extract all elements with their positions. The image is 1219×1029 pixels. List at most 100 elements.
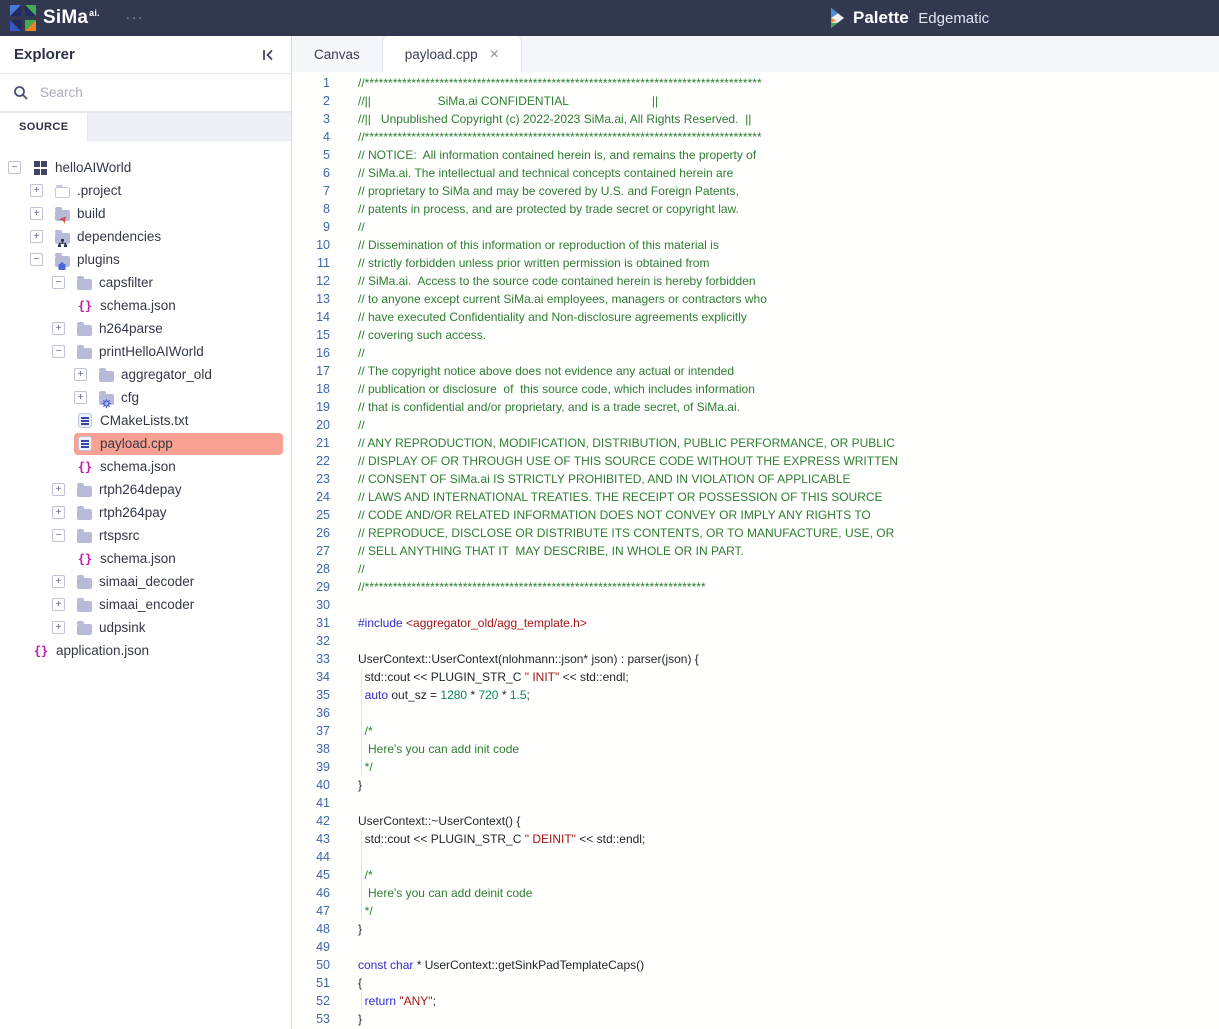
code-line[interactable]: 42UserContext::~UserContext() { (292, 812, 1219, 830)
tree-item-udpsink[interactable]: +udpsink (0, 616, 291, 639)
tree-item-build[interactable]: + build (0, 202, 291, 225)
code-line[interactable]: 51{ (292, 974, 1219, 992)
tree-item-rtspsrc[interactable]: −rtspsrc (0, 524, 291, 547)
expand-toggle-icon[interactable]: + (30, 230, 43, 243)
code-line[interactable]: 5// NOTICE: All information contained he… (292, 146, 1219, 164)
code-line[interactable]: 52 return "ANY"; (292, 992, 1219, 1010)
expand-toggle-icon[interactable]: + (52, 598, 65, 611)
code-line[interactable]: 13// to anyone except current SiMa.ai em… (292, 290, 1219, 308)
tree-item-body[interactable]: .project (51, 180, 129, 202)
code-line[interactable]: 32 (292, 632, 1219, 650)
code-line[interactable]: 47 */ (292, 902, 1219, 920)
tree-item-body[interactable]: build (51, 203, 114, 225)
expand-toggle-icon[interactable]: + (52, 506, 65, 519)
code-line[interactable]: 22// DISPLAY OF OR THROUGH USE OF THIS S… (292, 452, 1219, 470)
collapse-toggle-icon[interactable]: − (30, 253, 43, 266)
code-line[interactable]: 7// proprietary to SiMa and may be cover… (292, 182, 1219, 200)
tree-item-body[interactable]: rtph264depay (73, 479, 190, 501)
expand-toggle-icon[interactable]: + (52, 621, 65, 634)
tab-payload-cpp[interactable]: payload.cpp × (382, 36, 522, 73)
code-line[interactable]: 24// LAWS AND INTERNATIONAL TREATIES. TH… (292, 488, 1219, 506)
code-line[interactable]: 41 (292, 794, 1219, 812)
tree-item-schema-json[interactable]: {}schema.json (0, 294, 291, 317)
code-line[interactable]: 31#include <aggregator_old/agg_template.… (292, 614, 1219, 632)
tree-item-body[interactable]: {}schema.json (74, 548, 184, 570)
code-line[interactable]: 20// (292, 416, 1219, 434)
tree-item-body[interactable]: plugins (51, 249, 128, 271)
code-line[interactable]: 21// ANY REPRODUCTION, MODIFICATION, DIS… (292, 434, 1219, 452)
code-line[interactable]: 3//|| Unpublished Copyright (c) 2022-202… (292, 110, 1219, 128)
tree-item-cfg[interactable]: + cfg (0, 386, 291, 409)
tree-item-cmakelists-txt[interactable]: CMakeLists.txt (0, 409, 291, 432)
code-line[interactable]: 46 Here's you can add deinit code (292, 884, 1219, 902)
code-line[interactable]: 33UserContext::UserContext(nlohmann::jso… (292, 650, 1219, 668)
code-line[interactable]: 2//|| SiMa.ai CONFIDENTIAL || (292, 92, 1219, 110)
code-line[interactable]: 8// patents in process, and are protecte… (292, 200, 1219, 218)
tree-item-capsfilter[interactable]: −capsfilter (0, 271, 291, 294)
code-line[interactable]: 37 /* (292, 722, 1219, 740)
expand-toggle-icon[interactable]: + (52, 483, 65, 496)
code-line[interactable]: 38 Here's you can add init code (292, 740, 1219, 758)
tree-item-body[interactable]: cfg (95, 387, 147, 409)
code-line[interactable]: 49 (292, 938, 1219, 956)
code-line[interactable]: 10// Dissemination of this information o… (292, 236, 1219, 254)
tree-item-application-json[interactable]: {}application.json (0, 639, 291, 662)
tree-item-schema-json[interactable]: {}schema.json (0, 547, 291, 570)
tree-item-body[interactable]: {}schema.json (74, 456, 184, 478)
code-line[interactable]: 30 (292, 596, 1219, 614)
tree-item-simaai-encoder[interactable]: + simaai_encoder (0, 593, 291, 616)
expand-toggle-icon[interactable]: + (74, 368, 87, 381)
code-line[interactable]: 43 std::cout << PLUGIN_STR_C " DEINIT" <… (292, 830, 1219, 848)
code-line[interactable]: 39 */ (292, 758, 1219, 776)
expand-toggle-icon[interactable]: + (30, 184, 43, 197)
expand-toggle-icon[interactable]: + (74, 391, 87, 404)
code-line[interactable]: 36 (292, 704, 1219, 722)
code-line[interactable]: 15// covering such access. (292, 326, 1219, 344)
tree-item-body[interactable]: printHelloAIWorld (73, 341, 212, 363)
code-line[interactable]: 25// CODE AND/OR RELATED INFORMATION DOE… (292, 506, 1219, 524)
tree-item-body[interactable]: h264parse (73, 318, 171, 340)
code-line[interactable]: 45 /* (292, 866, 1219, 884)
search-input[interactable] (38, 84, 278, 101)
code-line[interactable]: 29//************************************… (292, 578, 1219, 596)
tree-item-rtph264depay[interactable]: + rtph264depay (0, 478, 291, 501)
tree-item-body[interactable]: simaai_encoder (73, 594, 202, 616)
code-line[interactable]: 28// (292, 560, 1219, 578)
code-line[interactable]: 11// strictly forbidden unless prior wri… (292, 254, 1219, 272)
collapse-sidebar-icon[interactable] (261, 47, 277, 63)
code-line[interactable]: 23// CONSENT OF SiMa.ai IS STRICTLY PROH… (292, 470, 1219, 488)
code-line[interactable]: 44 (292, 848, 1219, 866)
code-line[interactable]: 14// have executed Confidentiality and N… (292, 308, 1219, 326)
tree-item-body[interactable]: simaai_decoder (73, 571, 202, 593)
code-line[interactable]: 48} (292, 920, 1219, 938)
code-line[interactable]: 16// (292, 344, 1219, 362)
code-line[interactable]: 40} (292, 776, 1219, 794)
tree-item-body[interactable]: {}application.json (30, 640, 157, 662)
tree-item-simaai-decoder[interactable]: + simaai_decoder (0, 570, 291, 593)
tree-item-body[interactable]: rtspsrc (73, 525, 148, 547)
tree-item-body[interactable]: capsfilter (73, 272, 161, 294)
code-line[interactable]: 12// SiMa.ai. Access to the source code … (292, 272, 1219, 290)
code-line[interactable]: 34 std::cout << PLUGIN_STR_C " INIT" << … (292, 668, 1219, 686)
tree-item-payload-cpp[interactable]: payload.cpp (0, 432, 291, 455)
tree-item-plugins[interactable]: −plugins (0, 248, 291, 271)
topbar-menu-ellipsis[interactable]: ... (126, 6, 145, 23)
tree-item-body[interactable]: payload.cpp (74, 433, 283, 455)
code-line[interactable]: 17// The copyright notice above does not… (292, 362, 1219, 380)
code-line[interactable]: 53} (292, 1010, 1219, 1028)
code-line[interactable]: 18// publication or disclosure of this s… (292, 380, 1219, 398)
expand-toggle-icon[interactable]: + (30, 207, 43, 220)
tree-item-body[interactable]: aggregator_old (95, 364, 220, 386)
code-line[interactable]: 26// REPRODUCE, DISCLOSE OR DISTRIBUTE I… (292, 524, 1219, 542)
tree-item-body[interactable]: rtph264pay (73, 502, 175, 524)
code-line[interactable]: 35 auto out_sz = 1280 * 720 * 1.5; (292, 686, 1219, 704)
expand-toggle-icon[interactable]: + (52, 575, 65, 588)
tab-source[interactable]: SOURCE (0, 113, 88, 141)
tree-item-body[interactable]: helloAIWorld (29, 157, 139, 179)
close-icon[interactable]: × (490, 47, 499, 63)
code-line[interactable]: 1//*************************************… (292, 74, 1219, 92)
tree-item-dependencies[interactable]: + dependencies (0, 225, 291, 248)
code-editor[interactable]: 1//*************************************… (292, 72, 1219, 1029)
collapse-toggle-icon[interactable]: − (52, 345, 65, 358)
tree-item-body[interactable]: dependencies (51, 226, 169, 248)
